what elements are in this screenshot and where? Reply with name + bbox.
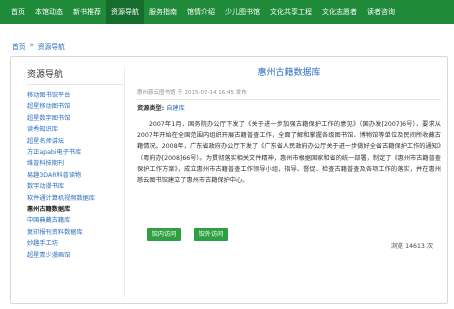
- sidebar-item[interactable]: 超星数字图书馆: [27, 113, 123, 124]
- nav-item[interactable]: 首页: [6, 0, 30, 24]
- access-buttons: 馆内访问 馆外访问: [147, 228, 228, 241]
- views-label: 浏览: [390, 243, 404, 250]
- sidebar-item[interactable]: 移动图书馆平台: [27, 90, 123, 101]
- resource-type: 资源类型: 自建库: [137, 103, 441, 112]
- article-body: 2007年1月，国务院办公厅下发了《关于进一步加强古籍保护工作的意见》（国办发[…: [137, 121, 441, 185]
- meta-divider: [137, 99, 441, 100]
- sidebar-item[interactable]: 维普科技期刊: [27, 158, 123, 169]
- sidebar-item[interactable]: 读秀知识库: [27, 124, 123, 135]
- views-unit: 次: [426, 243, 433, 250]
- nav-item[interactable]: 文化志愿者: [317, 0, 362, 24]
- nav-item[interactable]: 服务指南: [144, 0, 182, 24]
- external-access-button[interactable]: 馆外访问: [194, 228, 228, 241]
- nav-item[interactable]: 本馆动态: [30, 0, 68, 24]
- resource-type-label: 资源类型:: [137, 105, 165, 112]
- sidebar-item[interactable]: 妙趣手工坊: [27, 238, 123, 249]
- nav-item[interactable]: 少儿图书馆: [220, 0, 265, 24]
- nav-items: 首页 本馆动态 新书推荐 资源导航 服务指南 馆情介绍 少儿图书馆 文化共享工程 文化志愿者 读者…: [0, 0, 400, 24]
- sidebar-item[interactable]: 复印报刊资料数据库: [27, 227, 123, 238]
- resource-type-value[interactable]: 自建库: [166, 105, 185, 112]
- breadcrumb-current[interactable]: 资源导航: [38, 41, 65, 51]
- sidebar-item[interactable]: 超星名师讲坛: [27, 136, 123, 147]
- nav-item[interactable]: 资源导航: [106, 0, 144, 24]
- article-content: 惠州古籍数据库 惠州慈云图书馆 于 2015-07-14 16:45 发布 资源…: [137, 65, 441, 250]
- nav-item[interactable]: 新书推荐: [68, 0, 106, 24]
- top-navigation-bar: 首页 本馆动态 新书推荐 资源导航 服务指南 馆情介绍 少儿图书馆 文化共享工程 文化志愿者 读者…: [0, 0, 454, 24]
- sidebar-item[interactable]: 方正apabi电子书库: [27, 147, 123, 158]
- sidebar-item[interactable]: 超星移动图书馆: [27, 101, 123, 112]
- article-title: 惠州古籍数据库: [257, 68, 321, 78]
- page: 首页 本馆动态 新书推荐 资源导航 服务指南 馆情介绍 少儿图书馆 文化共享工程 文化志愿者 读者…: [0, 0, 454, 309]
- sidebar-item[interactable]: 超星青少漫画馆: [27, 250, 123, 261]
- view-count: 浏览 14613 次: [391, 241, 433, 250]
- nav-item[interactable]: 文化共享工程: [265, 0, 317, 24]
- internal-access-button[interactable]: 馆内访问: [147, 228, 181, 241]
- sidebar-list: 移动图书馆平台 超星移动图书馆 超星数字图书馆 读秀知识库 超星名师讲坛 方正apabi电…: [27, 90, 123, 261]
- sidebar-item[interactable]: 易趣3DAR科普读物: [27, 170, 123, 181]
- views-number: 14613: [405, 243, 425, 250]
- main-content-box: 资源导航 移动图书馆平台 超星移动图书馆 超星数字图书馆 读秀知识库 超星名师讲坛 方正a…: [10, 56, 448, 304]
- sidebar-item[interactable]: 软件通计算机视频数据库: [27, 193, 123, 204]
- breadcrumb-home-link[interactable]: 首页: [12, 41, 26, 51]
- breadcrumb-separator: »: [29, 41, 34, 49]
- sidebar-title: 资源导航: [27, 70, 64, 80]
- breadcrumb: 首页 » 资源导航: [12, 41, 65, 51]
- nav-item[interactable]: 馆情介绍: [182, 0, 220, 24]
- sidebar-item[interactable]: 数字动漫书库: [27, 181, 123, 192]
- nav-item[interactable]: 读者咨询: [362, 0, 400, 24]
- sidebar-title-divider: [27, 84, 123, 85]
- sidebar: 资源导航 移动图书馆平台 超星移动图书馆 超星数字图书馆 读秀知识库 超星名师讲坛 方正a…: [27, 67, 123, 261]
- sidebar-item[interactable]: 中国典藏古籍库: [27, 215, 123, 226]
- article-meta: 惠州慈云图书馆 于 2015-07-14 16:45 发布: [137, 90, 247, 96]
- sidebar-item[interactable]: 惠州古籍数据库: [27, 204, 123, 215]
- column-divider: [124, 67, 125, 297]
